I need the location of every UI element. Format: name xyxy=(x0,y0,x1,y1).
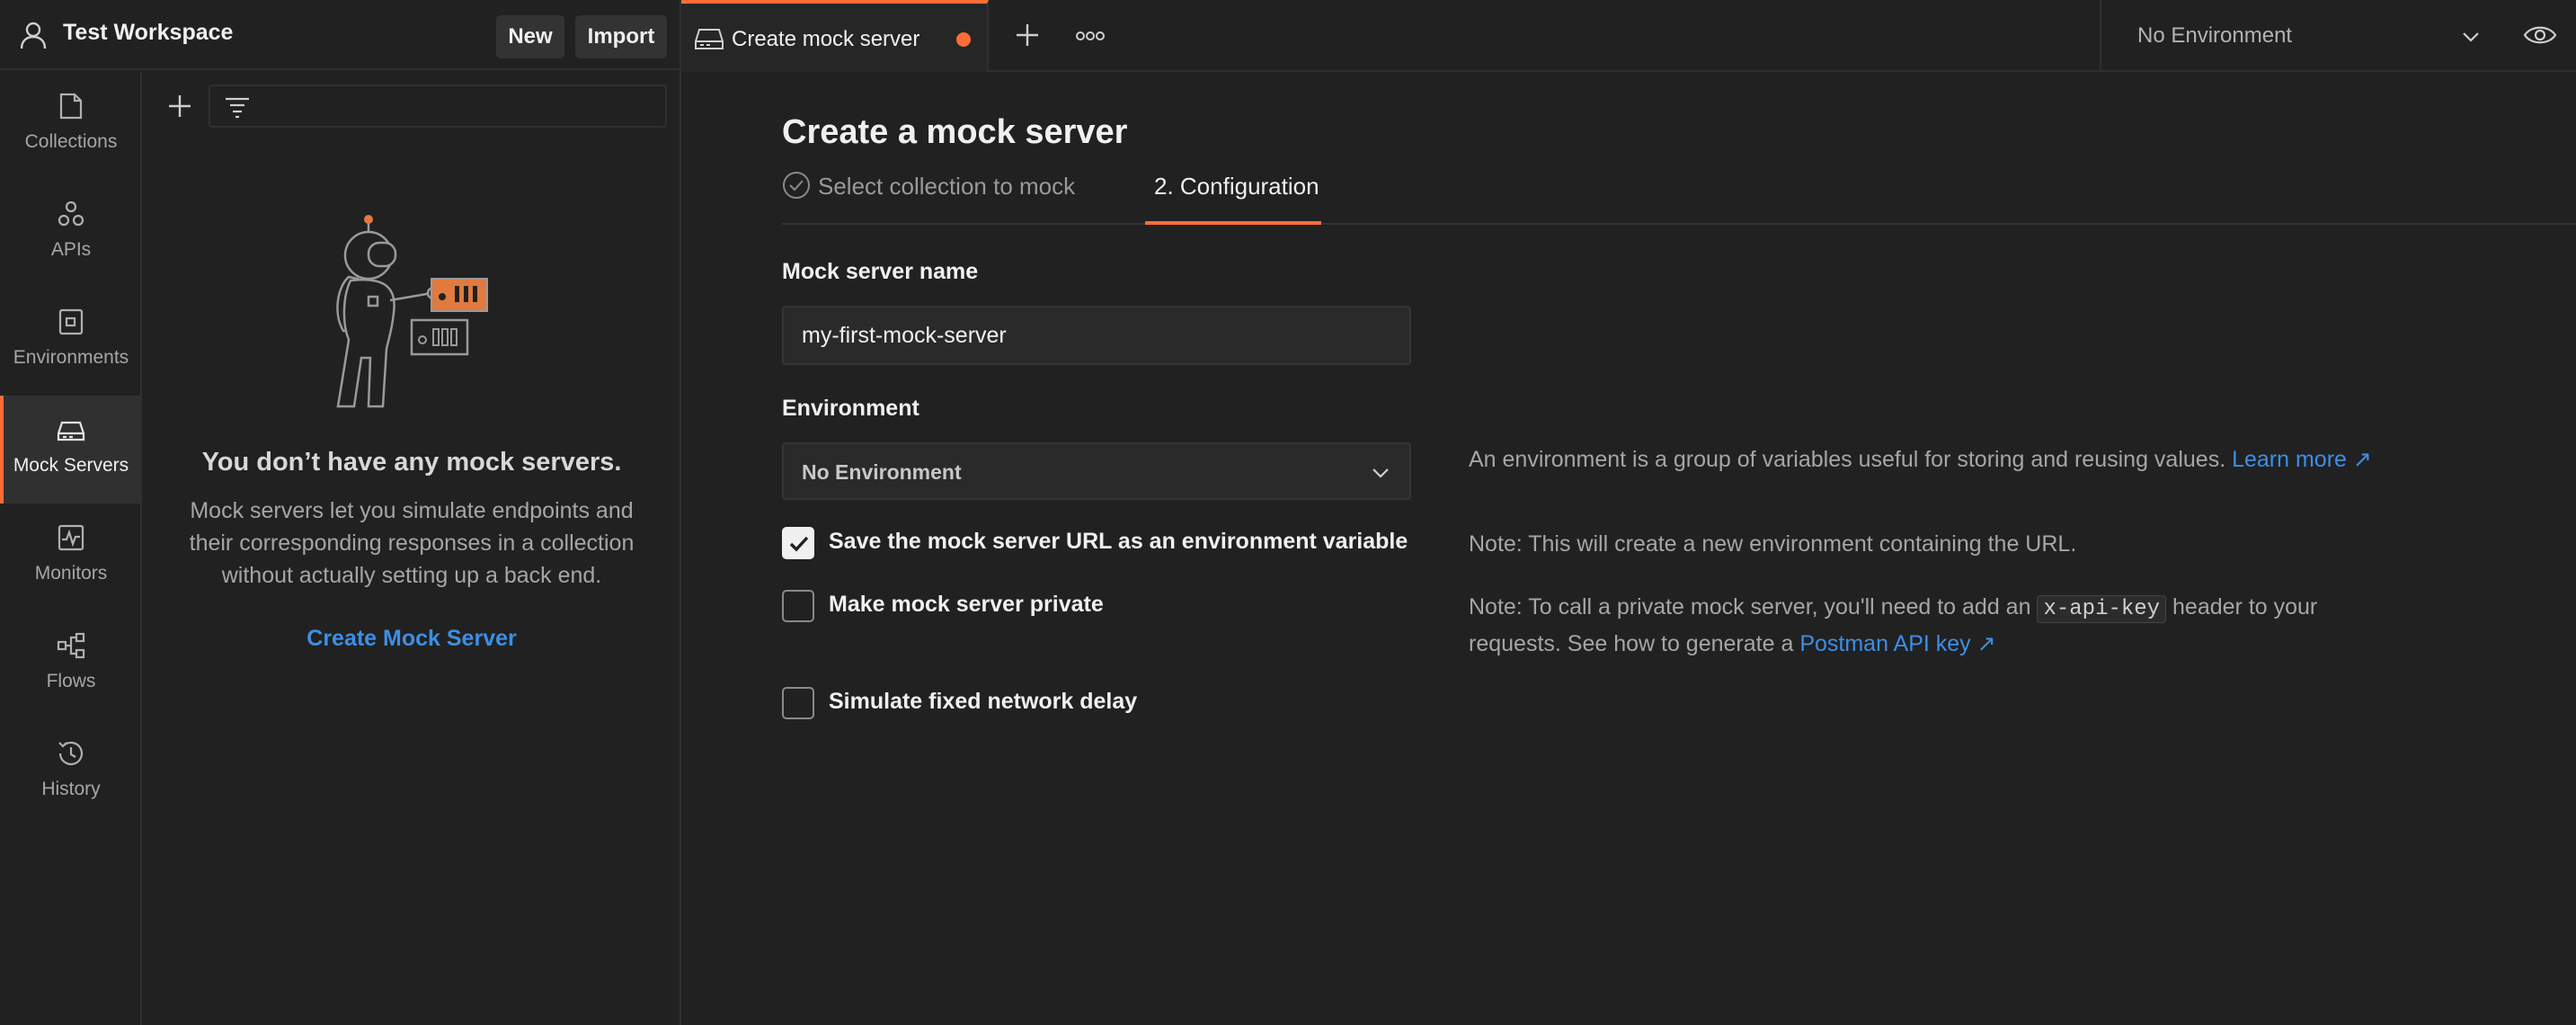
step-label: Select collection to mock xyxy=(818,173,1076,200)
sidebar-item-mock-servers[interactable]: Mock Servers xyxy=(0,396,142,504)
mock-servers-sidebar: You don’t have any mock servers. Mock se… xyxy=(144,72,680,1025)
new-button[interactable]: New xyxy=(496,15,564,58)
environments-icon xyxy=(58,308,84,335)
plus-icon[interactable] xyxy=(164,90,196,122)
sidebar-item-label: Mock Servers xyxy=(13,455,129,476)
workspace-title[interactable]: Test Workspace xyxy=(63,20,233,46)
collections-icon xyxy=(59,93,83,120)
step-indicator: Select collection to mock 2. Configurati… xyxy=(782,171,2576,225)
sidebar-item-label: Monitors xyxy=(34,563,108,584)
monitors-icon xyxy=(58,524,84,551)
environment-help: An environment is a group of variables u… xyxy=(1469,447,2226,472)
unsaved-indicator xyxy=(956,32,971,47)
user-icon xyxy=(20,22,47,49)
create-mock-server-form: Create a mock server Select collection t… xyxy=(681,74,2576,1025)
checkmark-icon xyxy=(789,536,809,552)
tab-label: Create mock server xyxy=(732,27,920,51)
mock-servers-icon xyxy=(57,421,85,441)
sidebar-item-monitors[interactable]: Monitors xyxy=(0,504,142,611)
sidebar-item-label: APIs xyxy=(50,239,92,260)
save-url-label: Save the mock server URL as an environme… xyxy=(829,529,1408,554)
postman-api-key-link[interactable]: Postman API key ↗ xyxy=(1799,631,1995,656)
more-options-icon[interactable] xyxy=(1075,25,1106,47)
sidebar-item-label: Environments xyxy=(13,347,129,368)
filter-input[interactable] xyxy=(209,85,667,128)
import-button[interactable]: Import xyxy=(575,15,667,58)
sidebar-item-label: Flows xyxy=(46,671,96,691)
sidebar-item-history[interactable]: History xyxy=(0,719,142,827)
save-url-checkbox[interactable] xyxy=(782,527,814,559)
sidebar-item-flows[interactable]: Flows xyxy=(0,611,142,719)
sidebar-item-label: Collections xyxy=(24,131,118,152)
private-label: Make mock server private xyxy=(829,592,1104,617)
mock-server-name-input[interactable] xyxy=(782,306,1411,365)
empty-state-description: Mock servers let you simulate endpoints … xyxy=(189,498,635,588)
sidebar-item-collections[interactable]: Collections xyxy=(0,72,142,180)
environment-select[interactable]: No Environment xyxy=(782,442,1411,500)
apis-icon xyxy=(58,201,84,227)
network-delay-checkbox[interactable] xyxy=(782,687,814,719)
network-delay-label: Simulate fixed network delay xyxy=(829,689,1138,714)
mock-server-tab-icon xyxy=(695,29,724,49)
step-configuration[interactable]: 2. Configuration xyxy=(1145,171,1321,225)
sidebar-item-environments[interactable]: Environments xyxy=(0,288,142,396)
tab-create-mock-server[interactable]: Create mock server xyxy=(681,0,989,72)
private-note: Note: To call a private mock server, you… xyxy=(1469,590,2403,661)
sidebar-item-apis[interactable]: APIs xyxy=(0,180,142,288)
save-url-note: Note: This will create a new environment… xyxy=(1469,531,2077,557)
sidebar-rail: Collections APIs Environments Mock Serve… xyxy=(0,72,142,1025)
history-icon xyxy=(58,741,84,765)
eye-icon[interactable] xyxy=(2522,22,2558,49)
environment-label: Environment xyxy=(782,396,919,421)
check-circle-icon xyxy=(783,172,810,199)
api-key-code: x-api-key xyxy=(2037,595,2167,623)
environment-selector[interactable]: No Environment xyxy=(2100,0,2517,72)
chevron-down-icon xyxy=(2463,32,2479,42)
workspace-header: Test Workspace New Import xyxy=(0,0,680,70)
private-note-text: Note: To call a private mock server, you… xyxy=(1469,594,2031,619)
private-checkbox[interactable] xyxy=(782,590,814,622)
learn-more-link[interactable]: Learn more ↗ xyxy=(2232,447,2372,472)
environment-selector-value: No Environment xyxy=(2137,23,2293,48)
new-tab-plus-icon[interactable] xyxy=(1012,20,1043,50)
flows-icon xyxy=(57,632,85,659)
environment-select-value: No Environment xyxy=(802,460,962,484)
sidebar-item-label: History xyxy=(41,779,101,799)
chevron-down-icon xyxy=(1372,468,1389,478)
astronaut-illustration xyxy=(336,215,488,408)
create-mock-server-link[interactable]: Create Mock Server xyxy=(144,626,680,652)
empty-state-title: You don’t have any mock servers. xyxy=(201,448,622,477)
tab-bar: Create mock server No Environment xyxy=(681,0,2576,72)
page-title: Create a mock server xyxy=(782,113,1128,151)
step-label: 2. Configuration xyxy=(1154,173,1319,200)
filter-icon[interactable] xyxy=(223,94,252,120)
mock-server-name-label: Mock server name xyxy=(782,259,979,284)
environment-help-text: An environment is a group of variables u… xyxy=(1469,442,2372,477)
